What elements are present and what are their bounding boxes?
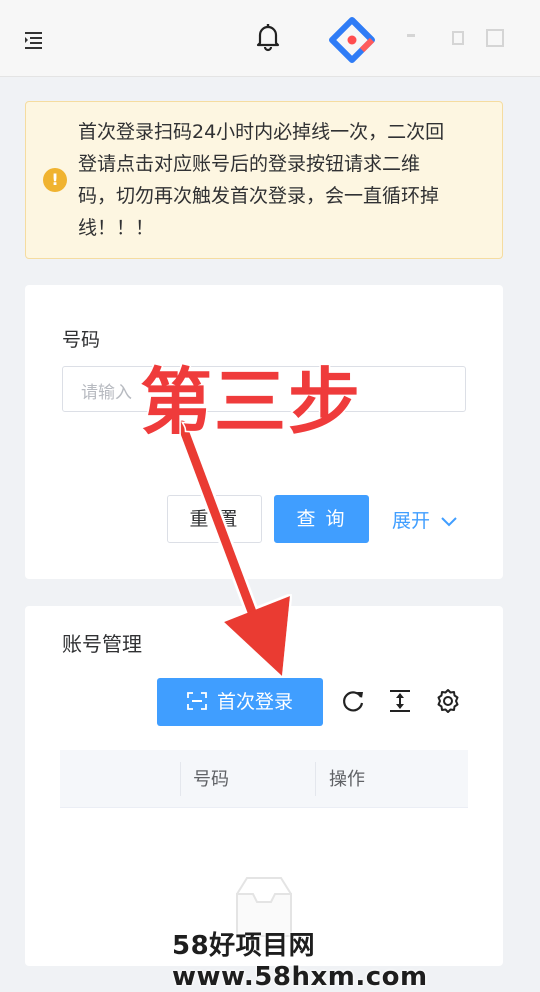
menu-fold-icon[interactable]	[22, 28, 46, 52]
app-logo-icon	[329, 17, 375, 63]
expand-label: 展开	[392, 510, 431, 532]
column-header-actions[interactable]: 操作	[329, 765, 365, 791]
settings-gear-icon[interactable]	[435, 688, 461, 714]
step-annotation-text: 第三步	[138, 359, 363, 446]
column-height-icon[interactable]	[387, 688, 413, 714]
first-login-label: 首次登录	[216, 691, 293, 713]
refresh-icon[interactable]	[340, 688, 366, 714]
scan-icon	[187, 692, 207, 710]
top-bar	[0, 0, 540, 77]
column-divider	[315, 762, 316, 796]
faded-toolbar-icons	[407, 29, 504, 47]
phone-input-placeholder: 请输入	[81, 383, 132, 403]
chevron-down-icon	[441, 516, 457, 526]
column-header-phone[interactable]: 号码	[193, 765, 229, 791]
expand-toggle[interactable]: 展开	[392, 506, 458, 533]
phone-field-label: 号码	[62, 329, 101, 351]
reset-button[interactable]: 重 置	[167, 495, 262, 543]
column-divider	[180, 762, 181, 796]
section-title: 账号管理	[62, 632, 142, 656]
first-login-button[interactable]: 首次登录	[157, 678, 323, 726]
query-button[interactable]: 查 询	[274, 495, 369, 543]
table-header: 号码 操作	[60, 750, 468, 808]
warning-icon: !	[43, 168, 67, 192]
watermark-text: 58好项目网www.58hxm.com	[172, 931, 428, 992]
alert-message: 首次登录扫码24小时内必掉线一次，二次回 登请点击对应账号后的登录按钮请求二维 …	[78, 121, 445, 239]
bell-icon[interactable]	[254, 22, 282, 52]
warning-alert: ! 首次登录扫码24小时内必掉线一次，二次回 登请点击对应账号后的登录按钮请求二…	[25, 101, 503, 259]
account-list-panel: 账号管理 首次登录 号码 操作	[25, 606, 503, 966]
